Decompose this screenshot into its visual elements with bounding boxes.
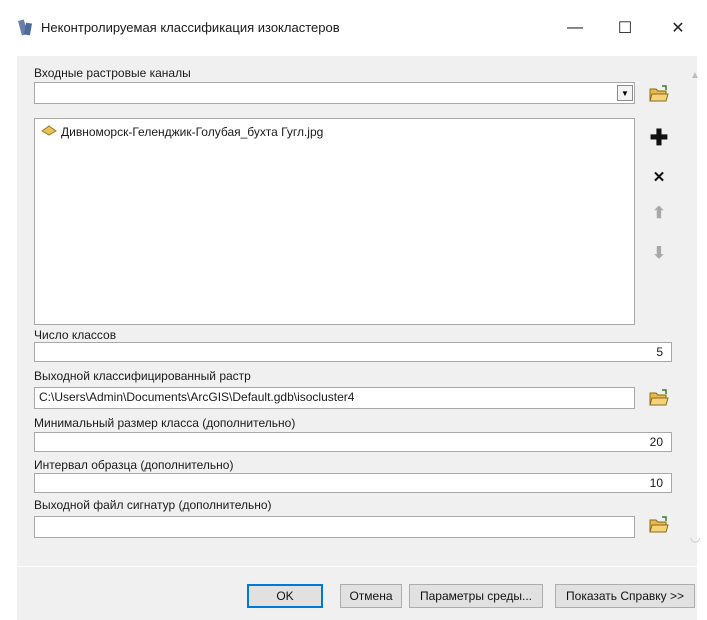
- chevron-down-icon[interactable]: ▼: [617, 85, 633, 101]
- num-classes-input[interactable]: 5: [34, 342, 672, 362]
- scroll-up-icon[interactable]: ▲: [690, 70, 700, 81]
- folder-open-icon: [648, 388, 670, 411]
- maximize-button[interactable]: ☐: [602, 12, 648, 44]
- remove-button[interactable]: ✕: [648, 166, 670, 188]
- list-item-label: Дивноморск-Геленджик-Голубая_бухта Гугл.…: [61, 124, 324, 139]
- move-up-button[interactable]: ⬆: [648, 202, 670, 224]
- output-raster-input[interactable]: C:\Users\Admin\Documents\ArcGIS\Default.…: [34, 387, 635, 409]
- arrow-up-icon: ⬆: [652, 205, 666, 222]
- ok-button[interactable]: OK: [247, 584, 323, 608]
- minimize-button[interactable]: —: [552, 12, 598, 44]
- scroll-thumb[interactable]: ◡: [690, 530, 700, 544]
- close-button[interactable]: ✕: [655, 12, 701, 44]
- folder-open-icon: [648, 515, 670, 538]
- folder-open-icon: [648, 84, 670, 107]
- window-title: Неконтролируемая классификация изокласте…: [41, 20, 340, 35]
- plus-icon: ✚: [649, 125, 669, 150]
- browse-input-button[interactable]: [647, 83, 671, 107]
- browse-signature-button[interactable]: [647, 514, 671, 538]
- move-down-button[interactable]: ⬇: [648, 242, 670, 264]
- min-class-size-input[interactable]: 20: [34, 432, 672, 452]
- min-class-size-label: Минимальный размер класса (дополнительно…: [34, 416, 296, 430]
- browse-output-button[interactable]: [647, 387, 671, 411]
- arcgis-tool-icon: [17, 19, 35, 37]
- input-bands-label: Входные растровые каналы: [34, 66, 191, 80]
- arrow-down-icon: ⬇: [652, 245, 666, 262]
- num-classes-label: Число классов: [34, 328, 117, 342]
- input-bands-list[interactable]: Дивноморск-Геленджик-Голубая_бухта Гугл.…: [34, 118, 635, 325]
- output-signature-input[interactable]: [34, 516, 635, 538]
- output-signature-label: Выходной файл сигнатур (дополнительно): [34, 498, 272, 512]
- cancel-button[interactable]: Отмена: [340, 584, 402, 608]
- sample-interval-label: Интервал образца (дополнительно): [34, 458, 234, 472]
- add-button[interactable]: ✚: [648, 125, 670, 150]
- separator: [17, 566, 697, 567]
- environment-settings-button[interactable]: Параметры среды...: [409, 584, 543, 608]
- output-raster-label: Выходной классифицированный растр: [34, 369, 251, 383]
- input-bands-combo[interactable]: [34, 82, 635, 104]
- show-help-button[interactable]: Показать Справку >>: [555, 584, 695, 608]
- raster-layer-icon: [41, 124, 57, 139]
- list-item[interactable]: Дивноморск-Геленджик-Голубая_бухта Гугл.…: [35, 119, 634, 139]
- close-icon: ✕: [652, 169, 666, 186]
- sample-interval-input[interactable]: 10: [34, 473, 672, 493]
